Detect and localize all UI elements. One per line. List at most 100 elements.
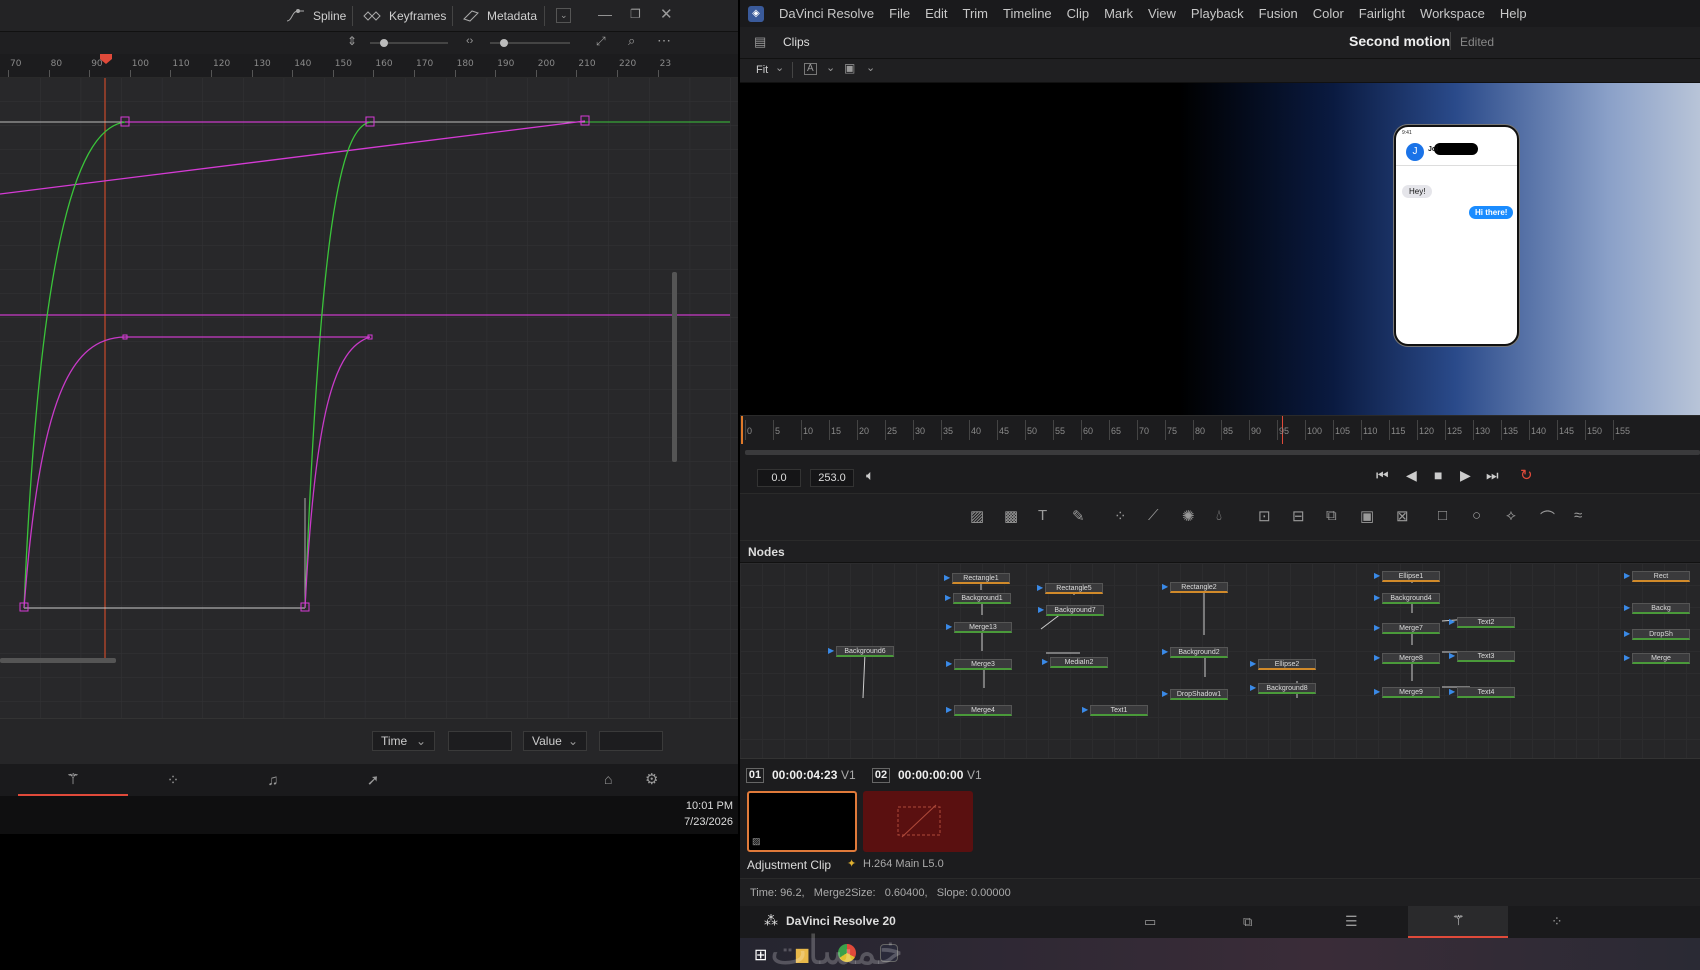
particles-tool-icon[interactable]: ⁘ (1114, 507, 1127, 525)
page-fusion[interactable]: ⚚ (18, 764, 128, 796)
render-out-field[interactable]: 253.0 (810, 469, 854, 487)
ellipse-mask-icon[interactable]: ○ (1472, 507, 1481, 524)
node-input-arrow-icon[interactable]: ▶ (946, 659, 952, 668)
gear-icon[interactable]: ⚙ (645, 770, 658, 788)
page-edit-icon[interactable]: ☰ (1345, 913, 1358, 930)
node-input-arrow-icon[interactable]: ▶ (1162, 647, 1168, 656)
dropdown-toggle[interactable]: ⌄ (556, 8, 571, 23)
node-background6[interactable]: Background6 (836, 646, 894, 657)
media-in-icon[interactable]: ⊟ (1292, 507, 1305, 525)
fit-icon[interactable]: ⤢ (596, 34, 606, 49)
horizontal-zoom-icon[interactable]: ‹› (466, 35, 473, 47)
windows-start-icon[interactable]: ⊞ (754, 945, 767, 965)
play-icon[interactable]: ▶ (1460, 467, 1471, 484)
chevron-down-icon[interactable]: ⌄ (866, 61, 875, 74)
clips-label[interactable]: Clips (783, 35, 810, 49)
paint-mask-icon[interactable]: ≈ (1574, 507, 1582, 524)
node-background8[interactable]: Background8 (1258, 683, 1316, 694)
node-input-arrow-icon[interactable]: ▶ (1449, 687, 1455, 696)
node-merge13[interactable]: Merge13 (954, 622, 1012, 633)
node-rectangle5[interactable]: Rectangle5 (1045, 583, 1103, 594)
volume-icon[interactable]: 🔈︎ (866, 467, 874, 484)
page-color-icon[interactable]: ⁘ (1551, 913, 1563, 930)
node-merge[interactable]: Merge (1632, 653, 1690, 664)
node-input-arrow-icon[interactable]: ▶ (1624, 653, 1630, 662)
bspline-mask-icon[interactable]: ⌒ (1540, 507, 1555, 528)
node-backg[interactable]: Backg (1632, 603, 1690, 614)
node-ellipse2[interactable]: Ellipse2 (1258, 659, 1316, 670)
tab-spline[interactable]: Spline (286, 0, 346, 32)
node-input-arrow-icon[interactable]: ▶ (1449, 651, 1455, 660)
node-background2[interactable]: Background2 (1170, 647, 1228, 658)
home-icon[interactable]: ⌂ (604, 771, 612, 787)
node-input-arrow-icon[interactable]: ▶ (946, 622, 952, 631)
paint-tool-icon[interactable]: ▩ (1004, 507, 1018, 525)
node-rect[interactable]: Rect (1632, 571, 1690, 582)
value-field[interactable] (599, 731, 663, 751)
menu-mark[interactable]: Mark (1104, 6, 1133, 21)
time-value-field[interactable] (448, 731, 512, 751)
node-mediain2[interactable]: MediaIn2 (1050, 657, 1108, 668)
node-input-arrow-icon[interactable]: ▶ (1624, 629, 1630, 638)
node-input-arrow-icon[interactable]: ▶ (944, 573, 950, 582)
node-input-arrow-icon[interactable]: ▶ (1042, 657, 1048, 666)
node-merge7[interactable]: Merge7 (1382, 623, 1440, 634)
timeline-ruler[interactable]: 0 5 10 15 20 25 30 35 40 45 50 55 60 65 70 75 80 85 90 95 10… (740, 415, 1700, 445)
node-input-arrow-icon[interactable]: ▶ (1624, 571, 1630, 580)
minimize-icon[interactable]: — (598, 6, 612, 22)
clip-thumbnail-adjustment[interactable]: ▨ (747, 791, 857, 852)
node-editor[interactable]: Rectangle1 ▶ Background1 ▶ Rectangle5 ▶ Backgr… (740, 563, 1700, 758)
node-dropsh[interactable]: DropSh (1632, 629, 1690, 640)
spline-curves[interactable] (0, 78, 738, 718)
node-input-arrow-icon[interactable]: ▶ (1250, 683, 1256, 692)
page-deliver[interactable]: ➚ (318, 764, 428, 796)
chevron-down-icon[interactable]: ⌄ (826, 61, 835, 74)
zoom-select[interactable]: Fit (756, 64, 768, 76)
node-input-arrow-icon[interactable]: ▶ (1374, 593, 1380, 602)
rectangle-mask-icon[interactable]: □ (1438, 507, 1447, 524)
node-input-arrow-icon[interactable]: ▶ (1624, 603, 1630, 612)
page-media-icon[interactable]: ▭ (1144, 914, 1156, 930)
menu-file[interactable]: File (889, 6, 910, 21)
vertical-zoom-slider[interactable] (370, 39, 448, 47)
vertical-zoom-icon[interactable]: ⇕ (347, 34, 357, 48)
node-text4[interactable]: Text4 (1457, 687, 1515, 698)
node-background1[interactable]: Background1 (953, 593, 1011, 604)
merge-tool-icon[interactable]: ⊡ (1258, 507, 1271, 525)
channel-icon[interactable]: A (804, 63, 817, 75)
menu-workspace[interactable]: Workspace (1420, 6, 1485, 21)
color-tool-icon[interactable]: ✺ (1182, 507, 1195, 525)
node-merge9[interactable]: Merge9 (1382, 687, 1440, 698)
node-input-arrow-icon[interactable]: ▶ (1374, 571, 1380, 580)
brush-tool-icon[interactable]: ✎ (1072, 507, 1085, 525)
node-input-arrow-icon[interactable]: ▶ (946, 705, 952, 714)
spline-graph[interactable] (0, 78, 738, 718)
menu-fusion[interactable]: Fusion (1259, 6, 1298, 21)
node-input-arrow-icon[interactable]: ▶ (1038, 605, 1044, 614)
zoom-icon[interactable]: ⌕ (628, 33, 635, 49)
menu-color[interactable]: Color (1313, 6, 1344, 21)
tab-metadata[interactable]: Metadata (462, 0, 537, 32)
node-text1[interactable]: Text1 (1090, 705, 1148, 716)
page-effects[interactable]: ⁘ (118, 764, 228, 796)
loop-icon[interactable]: ↻ (1520, 466, 1533, 484)
node-input-arrow-icon[interactable]: ▶ (828, 646, 834, 655)
text-tool-icon[interactable]: T (1038, 507, 1047, 524)
restore-icon[interactable]: ❐ (630, 7, 641, 21)
menu-help[interactable]: Help (1500, 6, 1527, 21)
node-input-arrow-icon[interactable]: ▶ (1162, 582, 1168, 591)
polygon-mask-icon[interactable]: ⟡ (1506, 507, 1516, 524)
menu-view[interactable]: View (1148, 6, 1176, 21)
node-ellipse1[interactable]: Ellipse1 (1382, 571, 1440, 582)
node-input-arrow-icon[interactable]: ▶ (1449, 617, 1455, 626)
node-dropshadow1[interactable]: DropShadow1 (1170, 689, 1228, 700)
scrub-bar[interactable] (740, 445, 1700, 463)
value-select[interactable]: Value ⌄ (523, 731, 587, 751)
loader-icon[interactable]: ▣ (1360, 507, 1374, 525)
node-input-arrow-icon[interactable]: ▶ (1162, 689, 1168, 698)
node-background4[interactable]: Background4 (1382, 593, 1440, 604)
close-icon[interactable]: ✕ (660, 5, 673, 23)
menu-playback[interactable]: Playback (1191, 6, 1244, 21)
node-rectangle1[interactable]: Rectangle1 (952, 573, 1010, 584)
node-merge4[interactable]: Merge4 (954, 705, 1012, 716)
